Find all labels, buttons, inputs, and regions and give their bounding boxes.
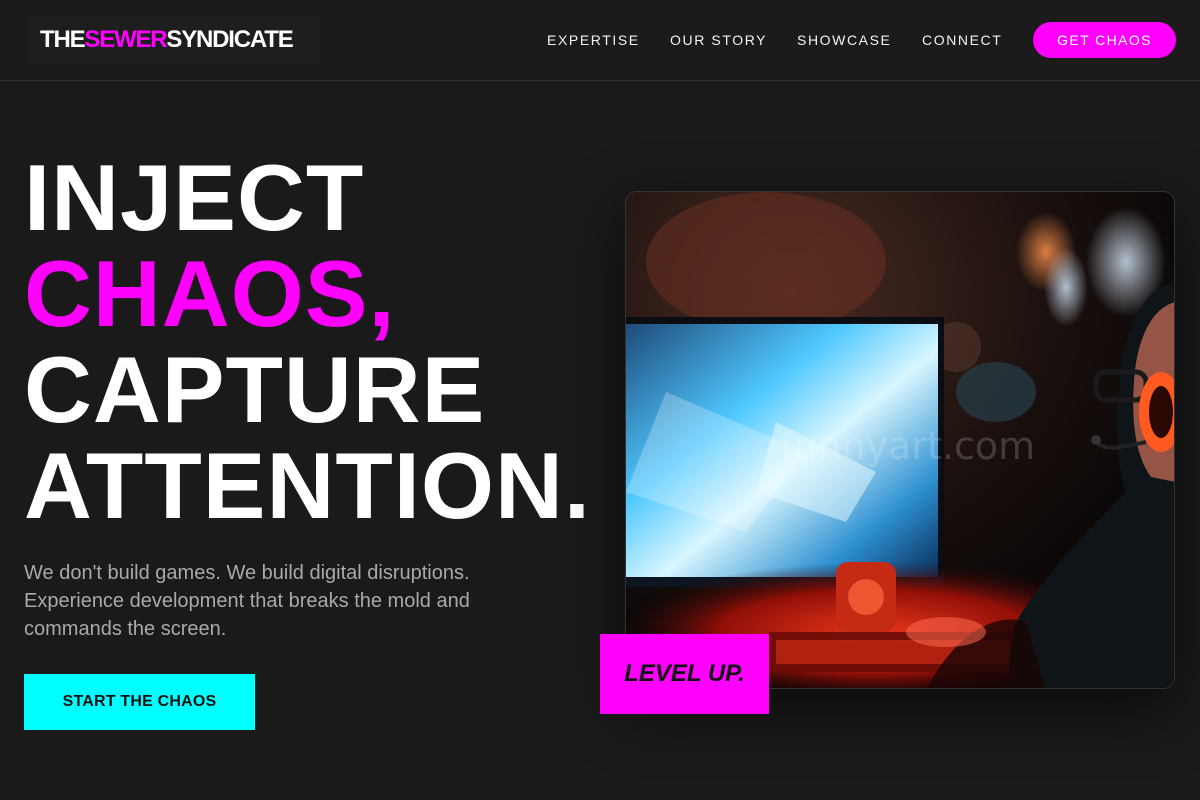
headline-line-3: CAPTURE <box>24 337 486 442</box>
headline-line-4: ATTENTION. <box>24 433 591 538</box>
nav-link-our-story[interactable]: OUR STORY <box>670 31 767 49</box>
headline-line-2-accent: CHAOS, <box>24 241 396 346</box>
hero-headline: INJECT CHAOS, CAPTURE ATTENTION. <box>24 150 591 534</box>
nav-link-showcase[interactable]: SHOWCASE <box>797 31 891 49</box>
nav-link-connect[interactable]: CONNECT <box>922 31 1002 49</box>
nav-link-expertise[interactable]: EXPERTISE <box>547 31 640 49</box>
headline-line-1: INJECT <box>24 145 365 250</box>
main-nav: EXPERTISE OUR STORY SHOWCASE CONNECT GET… <box>0 0 1200 80</box>
start-the-chaos-button[interactable]: START THE CHAOS <box>24 674 255 730</box>
watermark: funnyart.com <box>780 424 1036 468</box>
site-header: THE SEWER SYNDICATE EXPERTISE OUR STORY … <box>0 0 1200 81</box>
hero-subtext: We don't build games. We build digital d… <box>24 562 470 640</box>
get-chaos-button[interactable]: GET CHAOS <box>1033 22 1176 58</box>
level-up-badge: LEVEL UP. <box>600 634 769 714</box>
